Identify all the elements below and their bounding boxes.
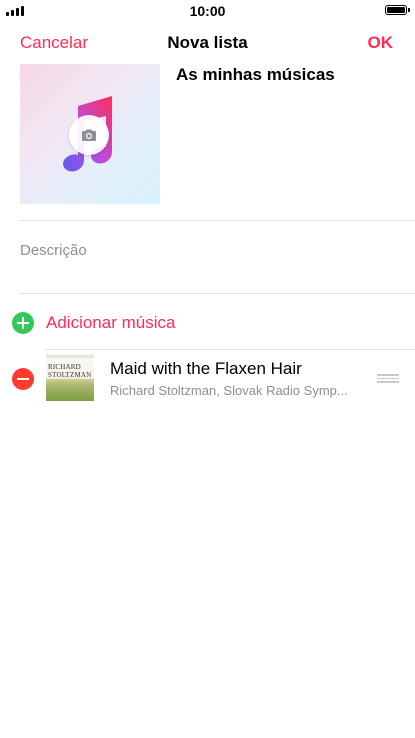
album-artwork: RICHARD STOLTZMAN	[46, 353, 94, 401]
song-title: Maid with the Flaxen Hair	[110, 359, 302, 378]
camera-icon	[82, 129, 96, 141]
page-title: Nova lista	[167, 33, 248, 52]
add-music-row[interactable]: Adicionar música	[0, 308, 415, 338]
camera-button[interactable]	[69, 115, 109, 155]
playlist-artwork[interactable]	[20, 64, 160, 204]
add-music-label[interactable]: Adicionar música	[46, 313, 175, 333]
album-art-text: STOLTZMAN	[48, 371, 92, 379]
status-bar: 10:00	[0, 0, 415, 22]
divider	[20, 220, 415, 221]
navigation-bar: Cancelar Nova lista OK	[0, 22, 415, 64]
reorder-icon[interactable]	[377, 373, 399, 383]
plus-icon[interactable]	[12, 312, 34, 334]
battery-icon	[385, 5, 410, 15]
playlist-name-field[interactable]: As minhas músicas	[176, 65, 335, 85]
divider	[20, 293, 415, 294]
description-field[interactable]: Descrição	[20, 242, 87, 259]
minus-icon[interactable]	[12, 368, 34, 390]
ok-button[interactable]: OK	[368, 33, 394, 53]
list-item[interactable]: RICHARD STOLTZMAN Maid with the Flaxen H…	[0, 350, 415, 406]
status-time: 10:00	[189, 3, 226, 19]
album-art-text: RICHARD	[48, 363, 81, 371]
song-artist: Richard Stoltzman, Slovak Radio Symp...	[110, 383, 348, 398]
